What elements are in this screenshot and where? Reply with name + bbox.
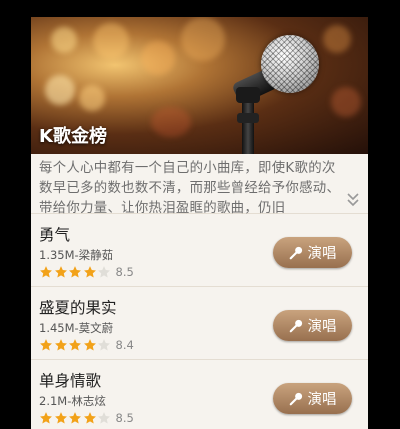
star-filled-icon xyxy=(54,339,67,351)
star-filled-icon xyxy=(54,412,67,424)
star-filled-icon xyxy=(69,339,81,351)
microphone-icon xyxy=(289,392,302,405)
star-filled-icon xyxy=(83,339,96,351)
sing-button[interactable]: 演唱 xyxy=(273,237,352,268)
star-filled-icon xyxy=(69,266,81,278)
microphone-head xyxy=(261,35,319,93)
sing-button-label: 演唱 xyxy=(307,392,337,408)
app-screen: K歌金榜 每个人心中都有一个自己的小曲库，即使K歌的次数早已多的数也数不清，而那… xyxy=(31,17,368,429)
star-filled-icon xyxy=(40,412,52,424)
song-item[interactable]: 盛夏的果实 1.45M-莫文蔚 8.4 演唱 xyxy=(31,287,368,360)
bokeh-light xyxy=(93,23,129,59)
star-empty-icon xyxy=(98,266,110,278)
bokeh-light xyxy=(45,75,75,105)
banner-title: K歌金榜 xyxy=(39,126,107,147)
star-empty-icon xyxy=(98,412,110,424)
star-filled-icon xyxy=(83,266,96,278)
song-rating: 8.4 xyxy=(39,338,134,352)
song-score: 8.5 xyxy=(115,265,134,279)
mic-stand-knob xyxy=(237,113,259,123)
banner-image: K歌金榜 xyxy=(31,17,368,154)
bokeh-light xyxy=(141,41,175,75)
star-filled-icon xyxy=(40,339,52,351)
star-filled-icon xyxy=(54,266,67,278)
description-panel[interactable]: 每个人心中都有一个自己的小曲库，即使K歌的次数早已多的数也数不清，而那些曾经给予… xyxy=(31,154,368,216)
song-item[interactable]: 单身情歌 2.1M-林志炫 8.5 演唱 xyxy=(31,360,368,429)
bokeh-light xyxy=(79,85,105,111)
song-item[interactable]: 勇气 1.35M-梁静茹 8.5 演唱 xyxy=(31,214,368,287)
description-text: 每个人心中都有一个自己的小曲库，即使K歌的次数早已多的数也数不清，而那些曾经给予… xyxy=(39,161,341,216)
bokeh-light xyxy=(181,17,225,61)
bokeh-light xyxy=(151,107,191,137)
song-rating: 8.5 xyxy=(39,411,134,425)
star-empty-icon xyxy=(98,339,110,351)
bokeh-light xyxy=(331,87,361,117)
bokeh-light xyxy=(51,27,77,53)
song-meta: 2.1M-林志炫 xyxy=(39,394,106,408)
sing-button-label: 演唱 xyxy=(307,246,337,262)
song-title: 勇气 xyxy=(39,226,71,244)
mic-stand xyxy=(242,101,254,154)
microphone-icon xyxy=(289,246,302,259)
song-rating: 8.5 xyxy=(39,265,134,279)
expand-chevron-icon[interactable] xyxy=(346,192,360,208)
song-meta: 1.35M-梁静茹 xyxy=(39,248,114,262)
song-score: 8.5 xyxy=(115,411,134,425)
bokeh-light xyxy=(323,25,351,53)
song-title: 单身情歌 xyxy=(39,372,102,390)
microphone-icon xyxy=(289,319,302,332)
star-filled-icon xyxy=(83,412,96,424)
mic-clip xyxy=(236,87,260,103)
sing-button[interactable]: 演唱 xyxy=(273,310,352,341)
sing-button-label: 演唱 xyxy=(307,319,337,335)
song-list: 勇气 1.35M-梁静茹 8.5 演唱 盛夏的果实 1.45M-莫文蔚 8.4 … xyxy=(31,214,368,429)
sing-button[interactable]: 演唱 xyxy=(273,383,352,414)
star-filled-icon xyxy=(40,266,52,278)
song-score: 8.4 xyxy=(115,338,134,352)
song-title: 盛夏的果实 xyxy=(39,299,117,317)
star-filled-icon xyxy=(69,412,81,424)
song-meta: 1.45M-莫文蔚 xyxy=(39,321,114,335)
